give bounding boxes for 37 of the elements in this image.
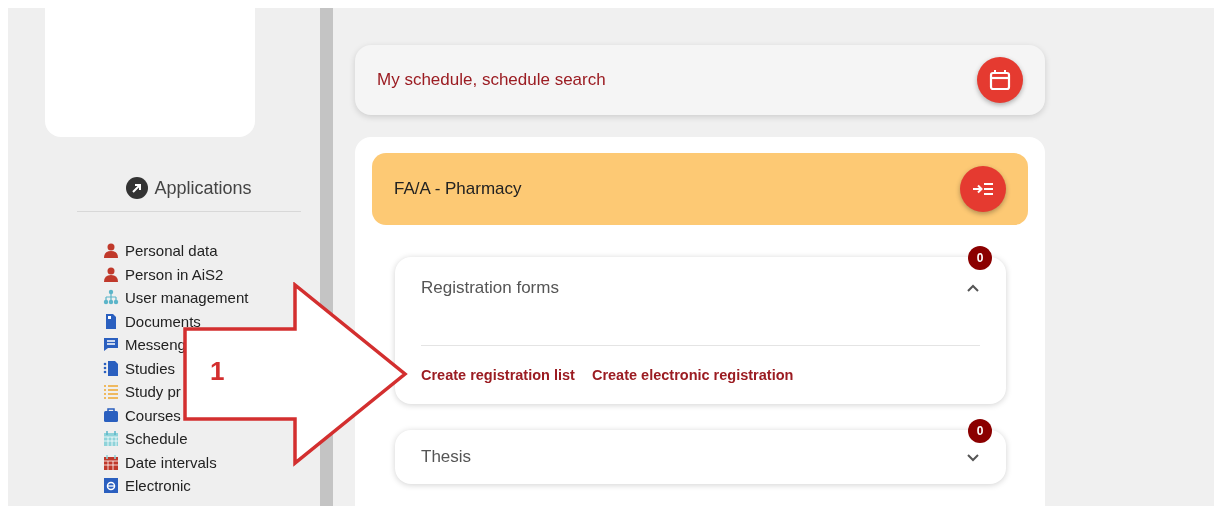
sidebar-link[interactable]: Date intervals [125,453,217,471]
app-icon [103,265,119,283]
annotation-number: 1 [210,356,225,387]
arrow-list-icon [972,182,994,196]
app-icon [103,477,119,495]
app-icon [103,453,119,471]
app-icon [103,336,119,354]
enter-button[interactable] [960,166,1006,212]
sidebar-link[interactable]: Studies [125,359,176,377]
sidebar-link[interactable]: Schedule [125,430,188,448]
app-icon [103,406,119,424]
calendar-icon [989,69,1011,91]
count-badge: 0 [968,419,992,443]
action-link[interactable]: Create electronic registration [591,367,794,383]
app-icon [103,383,119,401]
app-icon [103,312,119,330]
app-icon [103,289,119,307]
sidebar-heading: Applications [154,177,252,199]
schedule-link[interactable]: My schedule, schedule search [377,70,606,90]
sidebar-link[interactable]: Documents [125,312,201,330]
sidebar-link[interactable]: Electronic [125,477,191,495]
sidebar-link[interactable]: Courses [125,406,181,424]
sidebar-link[interactable]: Study pr [125,383,181,401]
chevron-down-icon[interactable] [966,452,980,462]
program-title: FA/A - Pharmacy [394,179,522,199]
count-badge: 0 [968,246,992,270]
calendar-button[interactable] [977,57,1023,103]
sidebar-link[interactable]: User management [125,289,249,307]
section-title[interactable]: Registration forms [421,278,559,298]
section-title[interactable]: Thesis [421,447,472,467]
sidebar-link[interactable]: Personal data [125,242,218,260]
app-icon [103,430,119,448]
chevron-up-icon[interactable] [966,283,980,293]
app-icon [103,359,119,377]
action-link[interactable]: Create registration list [421,367,575,383]
sidebar-link[interactable]: Person in AiS2 [125,265,224,283]
app-icon [103,242,119,260]
